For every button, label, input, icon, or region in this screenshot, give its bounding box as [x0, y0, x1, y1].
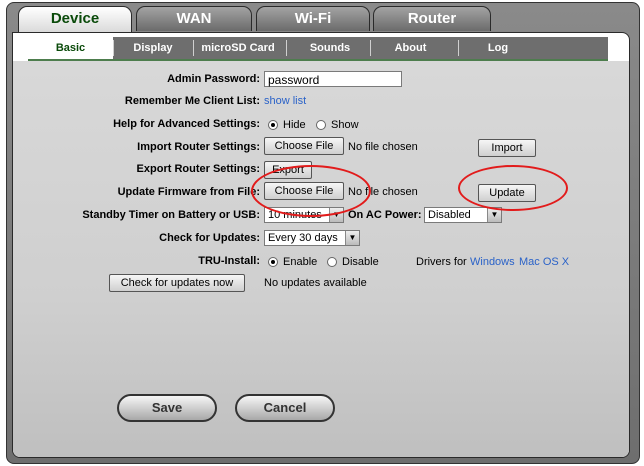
- basic-settings-content: Admin Password: password Remember Me Cli…: [13, 61, 629, 457]
- chevron-down-icon: ▼: [345, 231, 359, 245]
- annotation-circle-choose-file: [251, 165, 371, 217]
- router-admin-window: Device WAN Wi-Fi Router Basic Display mi…: [0, 0, 644, 466]
- subtab-display[interactable]: Display: [118, 37, 188, 59]
- tab-wifi[interactable]: Wi-Fi: [256, 6, 370, 31]
- tab-device[interactable]: Device: [18, 6, 132, 33]
- show-list-link[interactable]: show list: [264, 95, 306, 107]
- ac-power-label: On AC Power:: [348, 209, 422, 221]
- help-show-radio[interactable]: [316, 120, 326, 130]
- check-updates-label: Check for Updates:: [159, 232, 260, 244]
- import-settings-label: Import Router Settings:: [137, 141, 260, 153]
- subtab-microsd[interactable]: microSD Card: [195, 37, 281, 59]
- subtab-divider: [370, 40, 371, 56]
- subtab-bar: Basic Display microSD Card Sounds About …: [28, 37, 608, 61]
- tru-disable-radio[interactable]: [327, 257, 337, 267]
- tab-router[interactable]: Router: [373, 6, 491, 31]
- tru-enable-label: Enable: [283, 256, 318, 268]
- subtab-basic[interactable]: Basic: [28, 37, 113, 59]
- export-settings-label: Export Router Settings:: [136, 163, 260, 175]
- help-advanced-label: Help for Advanced Settings:: [113, 118, 260, 130]
- admin-password-input[interactable]: password: [264, 71, 402, 87]
- import-button[interactable]: Import: [478, 139, 536, 157]
- subtab-divider: [458, 40, 459, 56]
- save-button[interactable]: Save: [117, 394, 217, 422]
- ac-power-value: Disabled: [428, 209, 471, 221]
- tru-disable-label: Disable: [342, 256, 379, 268]
- remember-list-label: Remember Me Client List:: [124, 95, 260, 107]
- update-firmware-label: Update Firmware from File:: [117, 186, 260, 198]
- subtab-about[interactable]: About: [373, 37, 448, 59]
- help-show-label: Show: [331, 119, 359, 131]
- subtab-log[interactable]: Log: [468, 37, 528, 59]
- update-status-text: No updates available: [264, 277, 367, 289]
- subtab-divider: [113, 40, 114, 56]
- settings-panel: Basic Display microSD Card Sounds About …: [12, 32, 630, 458]
- subtab-divider: [286, 40, 287, 56]
- tru-enable-radio[interactable]: [268, 257, 278, 267]
- tab-wan[interactable]: WAN: [136, 6, 252, 31]
- cancel-button[interactable]: Cancel: [235, 394, 335, 422]
- check-updates-value: Every 30 days: [268, 232, 338, 244]
- help-hide-label: Hide: [283, 119, 306, 131]
- import-choose-file-button[interactable]: Choose File: [264, 137, 344, 155]
- drivers-windows-link[interactable]: Windows: [470, 256, 515, 268]
- tru-install-label: TRU-Install:: [198, 255, 260, 267]
- check-updates-now-button[interactable]: Check for updates now: [109, 274, 245, 292]
- import-file-status: No file chosen: [348, 141, 418, 153]
- drivers-for-text: Drivers for: [416, 256, 467, 268]
- standby-timer-label: Standby Timer on Battery or USB:: [82, 209, 260, 221]
- drivers-mac-link[interactable]: Mac OS X: [519, 256, 569, 268]
- ac-power-select[interactable]: Disabled ▼: [424, 207, 502, 223]
- subtab-sounds[interactable]: Sounds: [290, 37, 370, 59]
- help-hide-radio[interactable]: [268, 120, 278, 130]
- subtab-divider: [193, 40, 194, 56]
- check-updates-select[interactable]: Every 30 days ▼: [264, 230, 360, 246]
- admin-password-label: Admin Password:: [167, 73, 260, 85]
- annotation-circle-update: [458, 165, 568, 211]
